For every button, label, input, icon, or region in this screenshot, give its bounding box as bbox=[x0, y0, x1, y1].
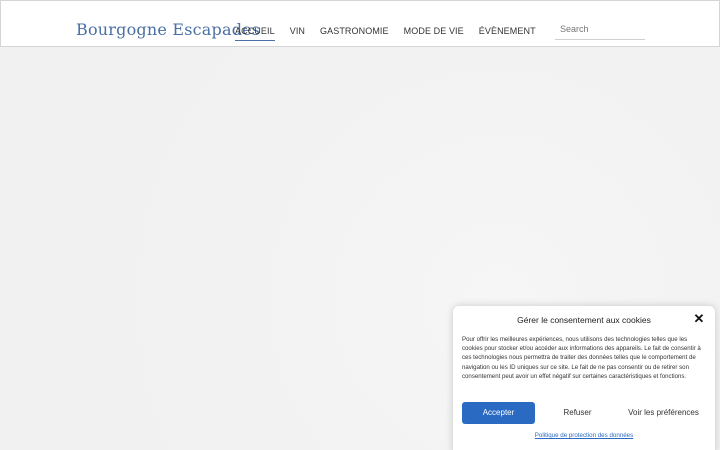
nav-item-mode-de-vie[interactable]: MODE DE VIE bbox=[404, 26, 464, 41]
cookie-dialog-title: Gérer le consentement aux cookies bbox=[517, 315, 651, 325]
nav-item-gastronomie[interactable]: GASTRONOMIE bbox=[320, 26, 389, 41]
main-nav: ACCUEIL VIN GASTRONOMIE MODE DE VIE ÉVÈN… bbox=[235, 26, 536, 41]
view-preferences-button[interactable]: Voir les préférences bbox=[621, 402, 706, 424]
close-icon[interactable]: ✕ bbox=[693, 312, 705, 325]
search-input[interactable] bbox=[555, 19, 645, 40]
privacy-policy-link[interactable]: Politique de protection des données bbox=[453, 432, 715, 439]
nav-item-accueil[interactable]: ACCUEIL bbox=[235, 26, 275, 41]
site-header: Bourgogne Escapades ACCUEIL VIN GASTRONO… bbox=[0, 0, 720, 47]
page: Bourgogne Escapades ACCUEIL VIN GASTRONO… bbox=[0, 0, 720, 450]
accept-button[interactable]: Accepter bbox=[462, 402, 535, 424]
nav-item-vin[interactable]: VIN bbox=[290, 26, 305, 41]
cookie-consent-dialog: Gérer le consentement aux cookies ✕ Pour… bbox=[453, 306, 715, 450]
site-logo[interactable]: Bourgogne Escapades bbox=[76, 20, 260, 39]
nav-item-evenement[interactable]: ÉVÈNEMENT bbox=[479, 26, 536, 41]
refuse-button[interactable]: Refuser bbox=[541, 402, 614, 424]
cookie-dialog-text: Pour offrir les meilleures expériences, … bbox=[462, 336, 701, 380]
